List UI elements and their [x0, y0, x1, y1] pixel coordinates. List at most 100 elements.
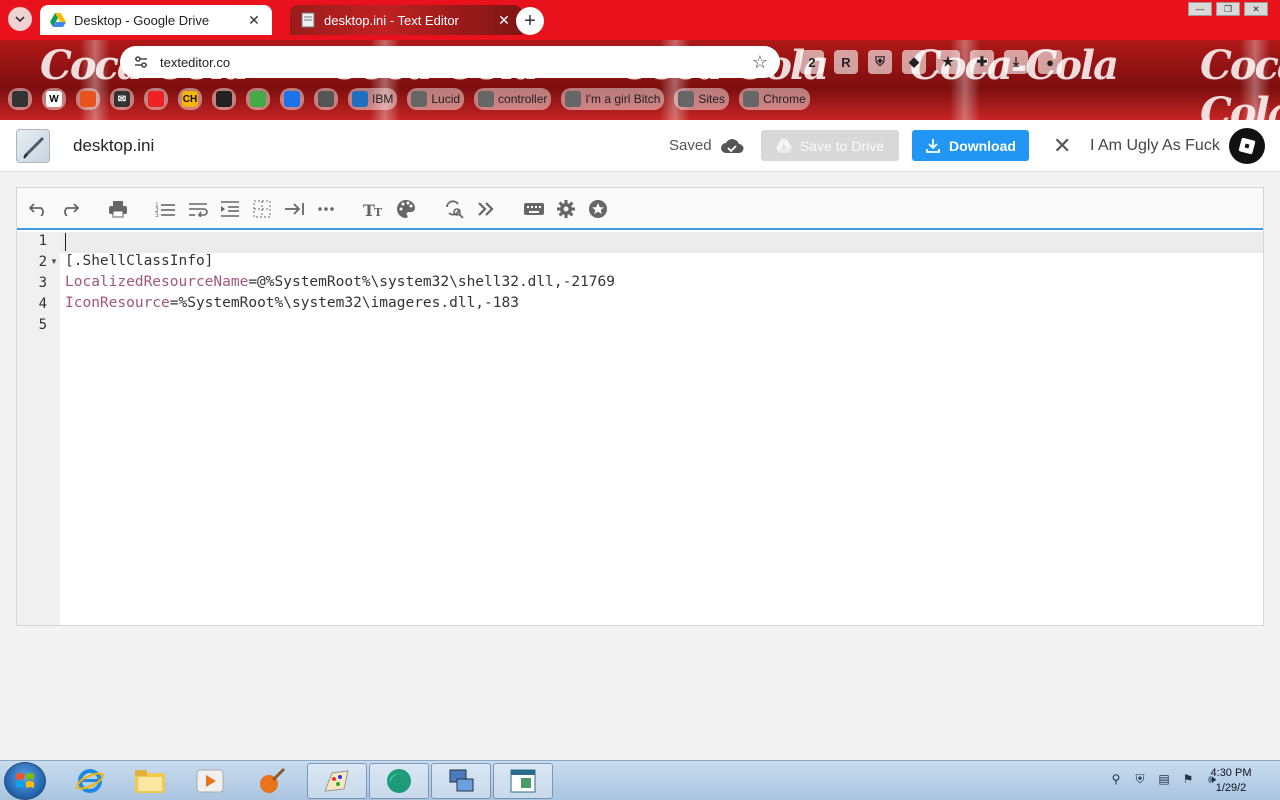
flag-icon[interactable]: ⚑: [1180, 771, 1196, 787]
bookmark-item[interactable]: Sites: [674, 88, 730, 110]
taskbar-media-player[interactable]: [180, 763, 240, 799]
maximize-button[interactable]: ❐: [1216, 2, 1240, 16]
address-bar[interactable]: texteditor.co ☆: [120, 46, 780, 78]
bookmark-item[interactable]: W: [42, 88, 66, 110]
shield-icon[interactable]: ⛨: [1132, 771, 1148, 787]
bookmark-item[interactable]: Lucid: [407, 88, 465, 110]
code-line[interactable]: [.ShellClassInfo]: [65, 253, 213, 269]
extensions-puzzle-icon[interactable]: ✚: [970, 50, 994, 74]
close-icon[interactable]: ✕: [1053, 133, 1071, 159]
print-icon[interactable]: [107, 198, 129, 220]
taskbar-file-explorer[interactable]: [120, 763, 180, 799]
save-to-drive-label: Save to Drive: [799, 137, 885, 154]
tab-text-editor[interactable]: desktop.ini - Text Editor ✕: [290, 5, 522, 35]
taskbar-internet-explorer[interactable]: [60, 763, 120, 799]
internet-explorer-icon: [76, 769, 104, 793]
active-line-highlight: [60, 232, 1263, 253]
svg-text:3: 3: [155, 212, 159, 217]
redo-icon[interactable]: [59, 198, 81, 220]
taskbar-network-app[interactable]: [431, 763, 491, 799]
site-info-icon[interactable]: [132, 53, 150, 71]
extension-icon[interactable]: ★: [936, 50, 960, 74]
download-icon[interactable]: ⤓: [1004, 50, 1028, 74]
bookmark-item[interactable]: CH: [178, 88, 202, 110]
paint-brush-icon: [260, 767, 286, 793]
bookmark-item[interactable]: [144, 88, 168, 110]
bookmark-item[interactable]: ✉: [110, 88, 134, 110]
bookmark-item[interactable]: I'm a girl Bitch: [561, 88, 665, 110]
star-badge-icon[interactable]: [587, 198, 609, 220]
text-editor-logo-icon: [16, 129, 50, 163]
pencil-icon: [23, 136, 45, 159]
window-close-button[interactable]: ✕: [1244, 2, 1268, 16]
grid-icon[interactable]: [251, 198, 273, 220]
windows-taskbar: ⚲ ⛨ ▤ ⚑ 🕪 4:30 PM 1/29/2: [0, 760, 1280, 800]
undo-icon[interactable]: [27, 198, 49, 220]
close-icon[interactable]: ✕: [246, 12, 262, 29]
bookmark-item[interactable]: [280, 88, 304, 110]
settings-gear-icon[interactable]: [555, 198, 577, 220]
indent-icon[interactable]: [219, 198, 241, 220]
close-icon[interactable]: ✕: [496, 12, 512, 29]
bookmark-item[interactable]: [76, 88, 100, 110]
tab-search-button[interactable]: [8, 7, 32, 31]
extension-icon[interactable]: ⛨: [868, 50, 892, 74]
font-size-icon[interactable]: TT: [363, 198, 385, 220]
ch-icon: CH: [182, 91, 198, 107]
skull-icon: [318, 91, 334, 107]
ini-key: LocalizedResourceName: [65, 274, 249, 290]
word-wrap-icon[interactable]: [187, 198, 209, 220]
more-dots-icon[interactable]: [315, 198, 337, 220]
wikipedia-icon: W: [46, 91, 62, 107]
fold-arrow-icon[interactable]: ▼: [50, 257, 58, 266]
new-tab-button[interactable]: +: [516, 7, 544, 35]
taskbar-edge[interactable]: [369, 763, 429, 799]
google-drive-icon: [775, 138, 792, 153]
bookmark-favicon: [80, 91, 96, 107]
extension-icon[interactable]: ◆: [902, 50, 926, 74]
bookmark-item[interactable]: [212, 88, 236, 110]
bookmark-label: IBM: [372, 92, 394, 106]
save-to-drive-button[interactable]: Save to Drive: [761, 130, 899, 161]
line-numbers-icon[interactable]: 123: [154, 198, 176, 220]
edge-browser-icon: [387, 769, 411, 793]
section-header: [.ShellClassInfo]: [65, 253, 214, 269]
keyboard-icon[interactable]: [523, 198, 545, 220]
extension-r-icon[interactable]: R: [834, 50, 858, 74]
saved-label: Saved: [669, 137, 712, 154]
find-replace-icon[interactable]: [443, 198, 465, 220]
bookmark-favicon: [250, 91, 266, 107]
ini-value: =@%SystemRoot%\system32\shell32.dll,-217…: [248, 274, 615, 290]
palette-icon[interactable]: [395, 198, 417, 220]
profile-icon[interactable]: ●: [1038, 50, 1062, 74]
file-name[interactable]: desktop.ini: [73, 136, 154, 156]
bookmark-item[interactable]: controller: [474, 88, 552, 110]
tab-arrow-icon[interactable]: [283, 198, 305, 220]
taskbar-notepad[interactable]: [493, 763, 553, 799]
network-icon[interactable]: ▤: [1156, 771, 1172, 787]
ini-value: =%SystemRoot%\system32\imageres.dll,-183: [169, 295, 519, 311]
code-line[interactable]: LocalizedResourceName=@%SystemRoot%\syst…: [65, 274, 615, 290]
search-icon[interactable]: ⚲: [1108, 771, 1124, 787]
extension-badge-icon[interactable]: 2: [800, 50, 824, 74]
avatar[interactable]: [1229, 128, 1265, 164]
globe-icon: [411, 91, 428, 107]
tab-google-drive[interactable]: Desktop - Google Drive ✕: [40, 5, 272, 35]
chevron-double-right-icon[interactable]: [475, 198, 497, 220]
minimize-button[interactable]: —: [1188, 2, 1212, 16]
code-line[interactable]: IconResource=%SystemRoot%\system32\image…: [65, 295, 519, 311]
taskbar-paint-app[interactable]: [307, 763, 367, 799]
bookmark-ibm[interactable]: IBM: [348, 88, 398, 110]
bookmark-label: controller: [498, 92, 548, 106]
bookmark-item[interactable]: [246, 88, 270, 110]
bookmark-star-icon[interactable]: ☆: [752, 52, 768, 73]
bookmark-item[interactable]: [8, 88, 32, 110]
paint-palette-icon: [324, 770, 349, 792]
taskbar-paint[interactable]: [242, 763, 302, 799]
download-button[interactable]: Download: [912, 130, 1029, 161]
bookmark-item[interactable]: Chrome: [739, 88, 810, 110]
bookmark-item[interactable]: [314, 88, 338, 110]
user-name[interactable]: I Am Ugly As Fuck: [1090, 137, 1220, 155]
taskbar-clock[interactable]: 4:30 PM 1/29/2: [1196, 766, 1266, 796]
start-button[interactable]: [4, 762, 46, 800]
